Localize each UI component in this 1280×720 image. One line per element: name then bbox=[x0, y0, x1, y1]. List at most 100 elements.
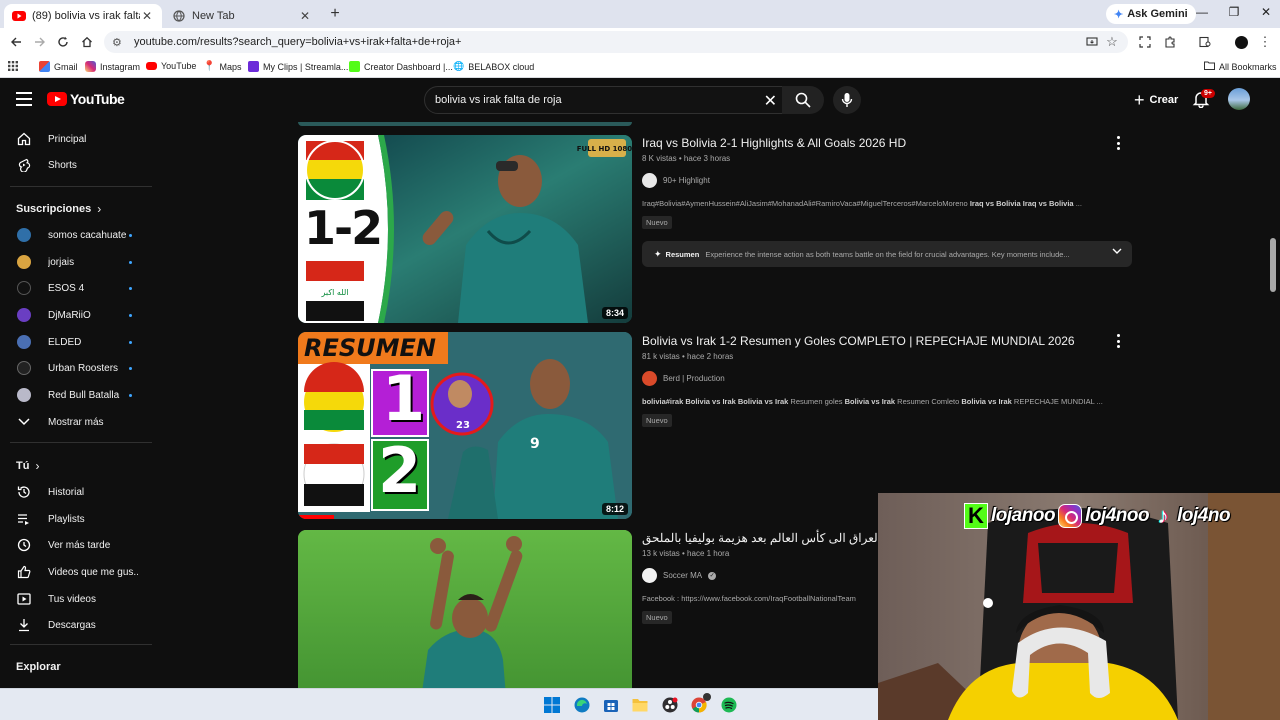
chrome-globe-icon bbox=[172, 9, 186, 23]
screen-capture-icon[interactable] bbox=[1137, 34, 1153, 50]
folder-icon bbox=[1204, 61, 1215, 72]
new-tab-plus-icon[interactable]: + bbox=[326, 5, 344, 23]
forward-arrow-icon[interactable] bbox=[32, 34, 48, 50]
close-tab-icon[interactable]: ✕ bbox=[140, 9, 154, 23]
video-action-menu-icon[interactable] bbox=[1114, 136, 1122, 150]
back-arrow-icon[interactable] bbox=[8, 34, 24, 50]
plus-icon: + bbox=[1134, 89, 1145, 110]
bookmark-instagram[interactable]: Instagram bbox=[85, 61, 140, 72]
video-channel-2[interactable]: Berd | Production bbox=[642, 371, 725, 386]
file-explorer-icon[interactable] bbox=[631, 696, 649, 714]
sidebar-item-shorts[interactable]: Shorts bbox=[0, 152, 160, 178]
sidebar-subscription-jorjais[interactable]: jorjais bbox=[0, 249, 160, 275]
chrome-icon[interactable] bbox=[690, 693, 711, 714]
sidebar-subscription-urban-roosters[interactable]: Urban Roosters bbox=[0, 355, 160, 381]
sidebar-item-tus-videos[interactable]: Tus videos bbox=[0, 586, 160, 612]
youtube-icon bbox=[146, 62, 157, 70]
extensions-puzzle-icon[interactable] bbox=[1162, 34, 1178, 50]
maps-pin-icon: 📍 bbox=[203, 61, 216, 72]
verified-check-icon: ✓ bbox=[708, 571, 717, 580]
video-thumbnail-1[interactable]: الله اكبر FULL HD 1080P 1-2 8:34 bbox=[298, 135, 632, 323]
windows-taskbar bbox=[0, 688, 878, 720]
home-browser-icon[interactable] bbox=[79, 34, 95, 50]
account-avatar[interactable] bbox=[1228, 88, 1250, 110]
bookmark-streamladder[interactable]: My Clips | Streamla... bbox=[248, 61, 348, 72]
video-title-3[interactable]: العراق الى كأس العالم بعد هزيمة بوليفيا … bbox=[642, 531, 881, 545]
thumbnail-jersey-number: 9 bbox=[530, 436, 540, 452]
sidebar-subscription-elded[interactable]: ELDED bbox=[0, 329, 160, 355]
video-title-2[interactable]: Bolivia vs Irak 1-2 Resumen y Goles COMP… bbox=[642, 334, 1075, 348]
edge-browser-icon[interactable] bbox=[573, 696, 591, 714]
video-title-1[interactable]: Iraq vs Bolivia 2-1 Highlights & All Goa… bbox=[642, 136, 906, 150]
bookmark-star-icon[interactable]: ☆ bbox=[1104, 34, 1120, 50]
apps-grid-icon[interactable] bbox=[8, 61, 18, 71]
reading-list-icon[interactable] bbox=[1197, 34, 1213, 50]
channel-avatar bbox=[642, 568, 657, 583]
youtube-favicon-icon bbox=[12, 9, 26, 23]
sidebar-item-descargas[interactable]: Descargas bbox=[0, 612, 160, 638]
sidebar-subscription-esos-4[interactable]: ESOS 4 bbox=[0, 275, 160, 301]
all-bookmarks[interactable]: All Bookmarks bbox=[1204, 61, 1277, 72]
sidebar-show-more[interactable]: Mostrar más bbox=[0, 409, 160, 435]
subscriptions-heading[interactable]: Suscripciones › bbox=[16, 202, 101, 216]
tiktok-handle: loj4no bbox=[1177, 505, 1231, 526]
bookmark-creator-dashboard[interactable]: Creator Dashboard |... bbox=[349, 61, 453, 72]
channel-avatar bbox=[17, 388, 31, 402]
sidebar-item-principal[interactable]: Principal bbox=[0, 126, 160, 152]
bookmark-youtube[interactable]: YouTube bbox=[146, 61, 196, 71]
close-tab-icon[interactable]: ✕ bbox=[298, 9, 312, 23]
create-button[interactable]: + Crear bbox=[1124, 88, 1188, 112]
spotify-icon[interactable] bbox=[720, 696, 738, 714]
page-scrollbar-thumb[interactable] bbox=[1270, 238, 1276, 292]
sidebar-item-historial[interactable]: Historial bbox=[0, 479, 160, 505]
chrome-menu-kebab-icon[interactable]: ⋮ bbox=[1257, 34, 1273, 50]
video-channel-3[interactable]: Soccer MA ✓ bbox=[642, 568, 717, 583]
video-duration: 8:12 bbox=[601, 503, 628, 515]
minimize-window-icon[interactable]: — bbox=[1192, 5, 1212, 19]
obs-studio-icon[interactable] bbox=[661, 696, 679, 714]
expand-chevron-icon[interactable] bbox=[1112, 248, 1122, 257]
profile-avatar-icon[interactable] bbox=[1233, 34, 1249, 50]
reload-icon[interactable] bbox=[55, 34, 71, 50]
guide-menu-icon[interactable] bbox=[16, 92, 32, 106]
microphone-icon bbox=[841, 93, 853, 107]
video-meta-1: 8 K vistas • hace 3 horas bbox=[642, 154, 731, 163]
bookmarks-bar: Gmail Instagram YouTube 📍 Maps My Clips … bbox=[0, 56, 1280, 78]
video-action-menu-icon[interactable] bbox=[1114, 334, 1122, 348]
site-settings-icon[interactable]: ⚙ bbox=[112, 36, 128, 49]
thumbnail-number-2: 2 bbox=[378, 434, 422, 507]
instagram-logo-icon bbox=[1058, 504, 1083, 528]
browser-tab-bar: (89) bolivia vs irak falta de roja ✕ New… bbox=[0, 0, 1280, 28]
sidebar-subscription-somos-cacahuate[interactable]: somos cacahuate bbox=[0, 222, 160, 248]
youtube-logo[interactable]: YouTube bbox=[47, 91, 125, 107]
address-bar[interactable]: ⚙ youtube.com/results?search_query=boliv… bbox=[104, 31, 1128, 53]
youtube-masthead: YouTube bolivia vs irak falta de roja ✕ … bbox=[0, 78, 1280, 122]
tab-new-tab[interactable]: New Tab ✕ bbox=[164, 4, 320, 28]
sidebar-subscription-red-bull-batalla[interactable]: Red Bull Batalla bbox=[0, 382, 160, 408]
bookmark-belabox[interactable]: 🌐 BELABOX cloud bbox=[453, 61, 534, 72]
bookmark-gmail[interactable]: Gmail bbox=[39, 61, 78, 72]
video-thumbnail-2[interactable]: RESUMEN 1 2 23 9 8:12 bbox=[298, 332, 632, 519]
tab-youtube-search[interactable]: (89) bolivia vs irak falta de roja ✕ bbox=[4, 4, 162, 28]
video-channel-1[interactable]: 90+ Highlight bbox=[642, 173, 710, 188]
ask-gemini-button[interactable]: ✦ Ask Gemini bbox=[1106, 4, 1196, 24]
ai-summary-panel[interactable]: ✦ Resumen Experience the intense action … bbox=[642, 241, 1132, 267]
search-input[interactable]: bolivia vs irak falta de roja ✕ bbox=[424, 86, 784, 114]
sidebar-item-playlists[interactable]: Playlists bbox=[0, 506, 160, 532]
clear-search-icon[interactable]: ✕ bbox=[764, 91, 777, 111]
bookmark-maps[interactable]: 📍 Maps bbox=[203, 61, 241, 72]
close-window-icon[interactable]: ✕ bbox=[1256, 5, 1276, 19]
previous-result-thumbnail[interactable] bbox=[298, 122, 632, 126]
new-content-dot bbox=[129, 367, 132, 370]
voice-search-button[interactable] bbox=[833, 86, 861, 114]
you-heading[interactable]: Tú › bbox=[16, 459, 39, 473]
install-app-icon[interactable] bbox=[1084, 34, 1100, 50]
sidebar-item-ver-mas-tarde[interactable]: Ver más tarde bbox=[0, 532, 160, 558]
restore-window-icon[interactable]: ❐ bbox=[1224, 5, 1244, 19]
sidebar-subscription-djmariio[interactable]: DjMaRiiO bbox=[0, 302, 160, 328]
windows-start-icon[interactable] bbox=[543, 696, 561, 714]
search-button[interactable] bbox=[782, 86, 824, 114]
full-hd-badge: FULL HD 1080P bbox=[577, 145, 632, 153]
sidebar-item-liked-videos[interactable]: Videos que me gus... bbox=[0, 559, 160, 585]
microsoft-store-icon[interactable] bbox=[602, 696, 620, 714]
